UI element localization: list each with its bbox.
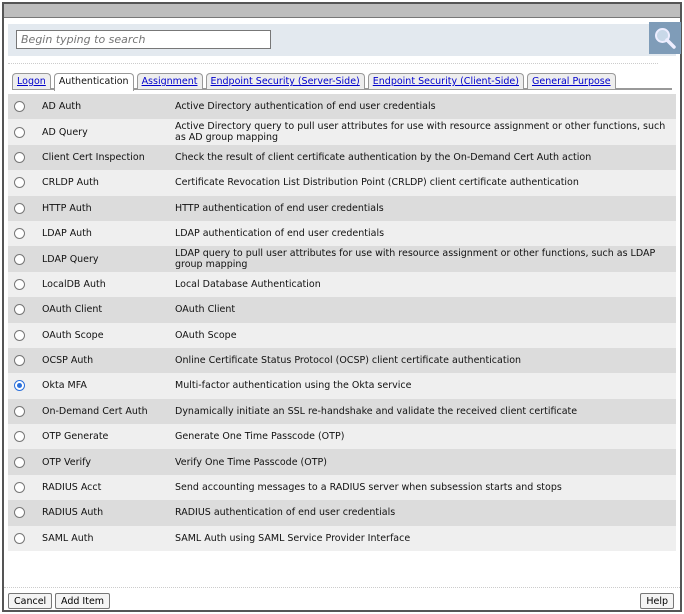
- search-bar: [8, 22, 681, 56]
- list-item[interactable]: Client Cert Inspection Check the result …: [8, 144, 676, 171]
- list-item[interactable]: OAuth Scope OAuth Scope: [8, 322, 676, 348]
- tab-endpoint-security-server-side[interactable]: Endpoint Security (Server-Side): [205, 73, 365, 89]
- list-item[interactable]: OTP Verify Verify One Time Passcode (OTP…: [8, 449, 676, 475]
- radio-button[interactable]: [14, 431, 25, 443]
- item-description: SAML Auth using SAML Service Provider In…: [175, 532, 411, 544]
- item-name: SAML Auth: [42, 532, 94, 544]
- list-item[interactable]: RADIUS Auth RADIUS authentication of end…: [8, 500, 676, 526]
- item-name: Client Cert Inspection: [42, 151, 145, 163]
- item-name: OCSP Auth: [42, 355, 94, 367]
- tab-assignment[interactable]: Assignment: [136, 73, 203, 89]
- item-name: On-Demand Cert Auth: [42, 405, 148, 417]
- radio-button[interactable]: [14, 456, 25, 468]
- item-name: OAuth Client: [42, 304, 103, 316]
- item-description: Verify One Time Passcode (OTP): [175, 456, 327, 468]
- radio-button[interactable]: [14, 380, 25, 392]
- item-description: Check the result of client certificate a…: [175, 151, 592, 163]
- item-description: Certificate Revocation List Distribution…: [175, 177, 579, 189]
- list-item[interactable]: OCSP Auth Online Certificate Status Prot…: [8, 347, 676, 374]
- item-name: OAuth Scope: [42, 329, 104, 341]
- list-item[interactable]: AD Query Active Directory query to pull …: [8, 119, 676, 145]
- footer-divider: [4, 587, 680, 588]
- item-name: LDAP Auth: [42, 228, 92, 240]
- item-description: RADIUS authentication of end user creden…: [175, 507, 396, 519]
- item-description: OAuth Client: [175, 304, 236, 316]
- list-item[interactable]: LDAP Auth LDAP authentication of end use…: [8, 220, 676, 247]
- item-name: AD Auth: [42, 101, 82, 113]
- item-name: OTP Generate: [42, 431, 109, 443]
- radio-button[interactable]: [14, 304, 25, 316]
- item-name: HTTP Auth: [42, 202, 92, 214]
- radio-button[interactable]: [14, 126, 25, 138]
- tab-general-purpose[interactable]: General Purpose: [527, 73, 616, 89]
- add-item-button[interactable]: Add Item: [55, 593, 111, 609]
- list-item[interactable]: On-Demand Cert Auth Dynamically initiate…: [8, 398, 676, 425]
- item-name: RADIUS Auth: [42, 507, 104, 519]
- item-description: HTTP authentication of end user credenti…: [175, 202, 384, 214]
- radio-button[interactable]: [14, 278, 25, 290]
- item-description: OAuth Scope: [175, 329, 237, 341]
- radio-button[interactable]: [14, 329, 25, 341]
- cancel-button[interactable]: Cancel: [8, 593, 53, 609]
- item-name: LocalDB Auth: [42, 278, 106, 290]
- item-description: Multi-factor authentication using the Ok…: [175, 380, 412, 392]
- list-item[interactable]: LocalDB Auth Local Database Authenticati…: [8, 271, 676, 298]
- list-item[interactable]: RADIUS Acct Send accounting messages to …: [8, 474, 676, 501]
- item-description: Dynamically initiate an SSL re-handshake…: [175, 405, 578, 417]
- radio-button[interactable]: [14, 532, 25, 544]
- item-description: Active Directory authentication of end u…: [175, 101, 436, 113]
- item-name: AD Query: [42, 126, 88, 138]
- item-name: RADIUS Acct: [42, 482, 102, 494]
- list-item[interactable]: LDAP Query LDAP query to pull user attri…: [8, 246, 676, 272]
- item-description: LDAP query to pull user attributes for u…: [175, 248, 656, 271]
- list-item[interactable]: OAuth Client OAuth Client: [8, 297, 676, 323]
- item-description: Online Certificate Status Protocol (OCSP…: [175, 355, 522, 367]
- search-input[interactable]: [16, 30, 271, 49]
- tab-endpoint-security-client-side[interactable]: Endpoint Security (Client-Side): [367, 73, 524, 89]
- help-button[interactable]: Help: [640, 593, 674, 609]
- item-name: LDAP Query: [42, 253, 99, 265]
- radio-button[interactable]: [14, 228, 25, 240]
- item-description: LDAP authentication of end user credenti…: [175, 228, 385, 240]
- item-name: OTP Verify: [42, 456, 91, 468]
- radio-button[interactable]: [14, 177, 25, 189]
- magnifier-icon: [655, 28, 676, 49]
- category-tabs: Logon Authentication Assignment Endpoint Se…: [12, 73, 672, 91]
- item-name: Okta MFA: [42, 380, 87, 392]
- tab-logon[interactable]: Logon: [12, 73, 51, 89]
- radio-button[interactable]: [14, 101, 25, 113]
- list-item[interactable]: HTTP Auth HTTP authentication of end use…: [8, 195, 676, 221]
- item-description: Active Directory query to pull user attr…: [175, 121, 666, 144]
- list-item[interactable]: CRLDP Auth Certificate Revocation List D…: [8, 170, 676, 196]
- radio-button[interactable]: [14, 202, 25, 214]
- add-item-dialog: LogonAuthenticationAssignmentEndpoint Se…: [2, 2, 682, 612]
- list-item[interactable]: AD Auth Active Directory authentication …: [8, 94, 676, 120]
- radio-button[interactable]: [14, 253, 25, 265]
- item-description: Send accounting messages to a RADIUS ser…: [175, 482, 562, 494]
- item-list: AD Auth Active Directory authentication …: [8, 94, 676, 552]
- title-bar[interactable]: [4, 4, 680, 18]
- item-description: Local Database Authentication: [175, 278, 321, 290]
- list-item[interactable]: OTP Generate Generate One Time Passcode …: [8, 424, 676, 450]
- list-item[interactable]: SAML Auth SAML Auth using SAML Service P…: [8, 525, 676, 552]
- radio-button[interactable]: [14, 405, 25, 417]
- search-button[interactable]: [649, 22, 681, 54]
- divider: [8, 63, 658, 64]
- radio-button[interactable]: [14, 355, 25, 367]
- radio-button[interactable]: [14, 482, 25, 494]
- list-item[interactable]: Okta MFA Multi-factor authentication usi…: [8, 373, 676, 399]
- tab-authentication[interactable]: Authentication: [53, 73, 134, 91]
- item-description: Generate One Time Passcode (OTP): [175, 431, 345, 443]
- radio-button[interactable]: [14, 151, 25, 163]
- radio-button[interactable]: [14, 507, 25, 519]
- item-name: CRLDP Auth: [42, 177, 99, 189]
